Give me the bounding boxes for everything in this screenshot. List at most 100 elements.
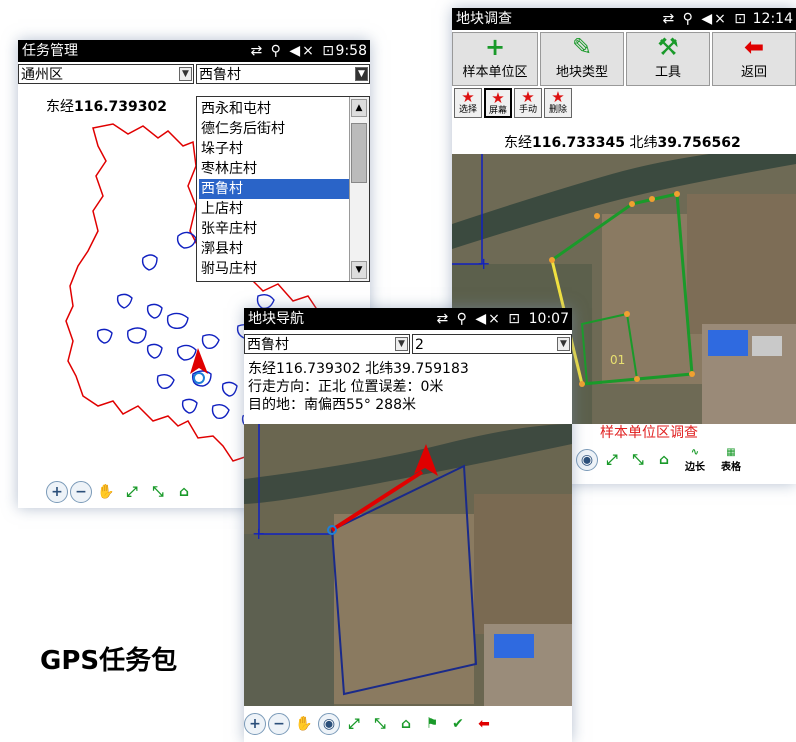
full-extent-icon[interactable]: ⤢: [600, 448, 624, 472]
back-arrow-icon[interactable]: ⬅: [472, 712, 496, 736]
sample-unit-button[interactable]: + 样本单位区: [452, 32, 538, 86]
list-scrollbar[interactable]: ▲ ▼: [349, 97, 369, 281]
village-parcel: [176, 231, 197, 249]
clock-time: 12:14: [752, 11, 793, 27]
status-icons: ⇄ ⚲ ◀× ⊡: [250, 43, 336, 59]
shrink-extent-icon[interactable]: ⤡: [368, 712, 392, 736]
list-item[interactable]: 漷县村: [199, 239, 349, 259]
village-parcel: [146, 303, 163, 319]
full-extent-icon[interactable]: ⤢: [342, 712, 366, 736]
status-bar: 任务管理 ⇄ ⚲ ◀× ⊡ 9:58: [18, 40, 370, 62]
button-label: 选择: [458, 105, 477, 115]
village-dropdown[interactable]: 西鲁村 ▼: [196, 64, 370, 84]
list-item[interactable]: 驸马庄村: [199, 259, 349, 279]
parcel-label: 01: [610, 353, 625, 367]
village-parcel: [146, 343, 163, 359]
tools-button[interactable]: ⚒ 工具: [626, 32, 710, 86]
cross-marker: +: [477, 254, 490, 273]
star-icon: ★: [491, 89, 505, 107]
manual-star-button[interactable]: ★ 手动: [514, 88, 542, 118]
edge-length-icon[interactable]: ∿ 边长: [678, 447, 712, 473]
back-arrow-icon: ⬅: [743, 33, 765, 61]
globe-icon[interactable]: ◉: [318, 713, 340, 735]
globe-icon[interactable]: ◉: [576, 449, 598, 471]
lon-prefix: 东经: [504, 135, 532, 151]
shrink-extent-icon[interactable]: ⤡: [626, 448, 650, 472]
back-button[interactable]: ⬅ 返回: [712, 32, 796, 86]
zoom-in-icon[interactable]: +: [46, 481, 68, 503]
scroll-down-icon[interactable]: ▼: [351, 261, 367, 279]
satellite-map[interactable]: +: [244, 424, 572, 706]
list-item[interactable]: 德仁务后街村: [199, 119, 349, 139]
scroll-up-icon[interactable]: ▲: [351, 99, 367, 117]
lon-value: 116.733345: [532, 135, 625, 151]
screen-star-button[interactable]: ★ 屏幕: [484, 88, 512, 118]
coordinate-readout: 东经116.739302 北纬39.759183: [248, 361, 469, 377]
list-item[interactable]: 张辛庄村: [199, 219, 349, 239]
village-dropdown[interactable]: 西鲁村 ▼: [244, 334, 410, 354]
status-bar: 地块调查 ⇄ ⚲ ◀× ⊡ 12:14: [452, 8, 796, 30]
lat-prefix: 北纬: [629, 135, 658, 151]
zoom-in-icon[interactable]: +: [244, 713, 266, 735]
pan-hand-icon[interactable]: ✋: [292, 712, 316, 736]
village-parcel: [176, 344, 197, 361]
district-value: 通州区: [21, 67, 63, 83]
village-list[interactable]: 西永和屯村 德仁务后街村 垛子村 枣林庄村 西鲁村 上店村 张辛庄村 漷县村 驸…: [196, 96, 370, 282]
footer-label: 样本单位区调查: [600, 425, 698, 441]
check-icon[interactable]: ✔: [446, 712, 470, 736]
pan-hand-icon[interactable]: ✋: [94, 480, 118, 504]
table-icon[interactable]: ▦ 表格: [714, 447, 748, 473]
home-icon[interactable]: ⌂: [652, 448, 676, 472]
chevron-down-icon[interactable]: ▼: [557, 337, 570, 351]
edge-length-glyph: ∿: [690, 447, 700, 458]
status-icons: ⇄ ⚲ ◀× ⊡: [662, 11, 748, 27]
village-value: 西鲁村: [247, 337, 289, 353]
parcel-type-button[interactable]: ✎ 地块类型: [540, 32, 624, 86]
chevron-down-icon[interactable]: ▼: [179, 67, 192, 81]
chevron-down-icon[interactable]: ▼: [355, 67, 368, 81]
village-value: 西鲁村: [199, 67, 241, 83]
button-label: 地块类型: [555, 65, 608, 80]
list-item[interactable]: 上店村: [199, 199, 349, 219]
button-label: 屏幕: [488, 106, 507, 116]
list-item[interactable]: 垛子村: [199, 139, 349, 159]
village-parcel: [96, 328, 113, 344]
add-icon: +: [484, 33, 506, 61]
status-icons: ⇄ ⚲ ◀× ⊡: [436, 311, 522, 327]
home-icon[interactable]: ⌂: [394, 712, 418, 736]
button-label: 删除: [548, 105, 567, 115]
lat-value: 39.756562: [657, 135, 741, 151]
table-glyph: ▦: [726, 447, 736, 458]
cross-marker: +: [252, 524, 265, 543]
delete-star-button[interactable]: ★ 删除: [544, 88, 572, 118]
village-parcel: [181, 398, 198, 414]
clock-time: 10:07: [528, 311, 569, 327]
village-parcel: [166, 312, 189, 329]
zoom-out-icon[interactable]: −: [268, 713, 290, 735]
caption-text: GPS任务包: [40, 646, 178, 676]
select-star-button[interactable]: ★ 选择: [454, 88, 482, 118]
status-bar: 地块导航 ⇄ ⚲ ◀× ⊡ 10:07: [244, 308, 572, 330]
full-extent-icon[interactable]: ⤢: [120, 480, 144, 504]
list-item[interactable]: 枣林庄村: [199, 159, 349, 179]
tools-icon: ⚒: [657, 33, 679, 61]
position-arrow-icon: [190, 348, 208, 374]
district-dropdown[interactable]: 通州区 ▼: [18, 64, 194, 84]
flag-icon[interactable]: ⚑: [420, 712, 444, 736]
shrink-extent-icon[interactable]: ⤡: [146, 480, 170, 504]
village-parcel: [221, 381, 238, 397]
home-icon[interactable]: ⌂: [172, 480, 196, 504]
list-item[interactable]: 西永和屯村: [199, 99, 349, 119]
parcel-dropdown[interactable]: 2 ▼: [412, 334, 572, 354]
heading-readout: 行走方向：正北 位置误差：0米: [248, 379, 444, 395]
list-item-selected[interactable]: 西鲁村: [199, 179, 349, 199]
coordinate-readout: 东经116.739302: [46, 96, 167, 116]
screen-title: 地块调查: [456, 11, 512, 27]
chevron-down-icon[interactable]: ▼: [395, 337, 408, 351]
pencil-icon: ✎: [571, 33, 593, 61]
village-parcel: [156, 373, 175, 390]
gps-position-marker: [193, 372, 205, 384]
zoom-out-icon[interactable]: −: [70, 481, 92, 503]
star-icon: ★: [551, 88, 565, 106]
scroll-thumb[interactable]: [351, 123, 367, 183]
